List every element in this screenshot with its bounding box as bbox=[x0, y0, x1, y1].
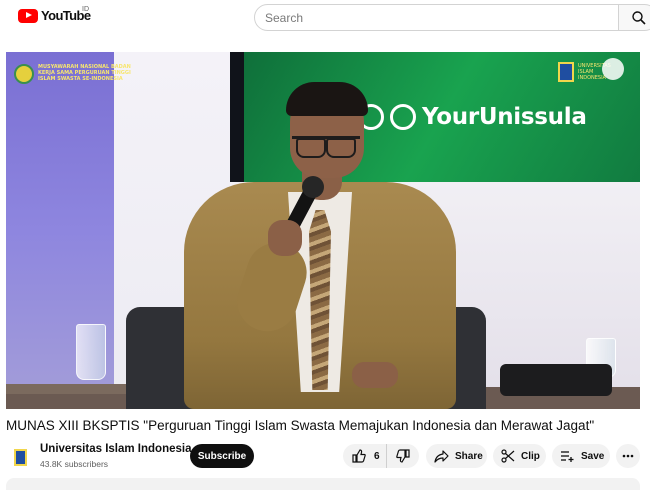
uii-logo-icon bbox=[13, 448, 27, 466]
search-input[interactable] bbox=[255, 5, 618, 30]
share-icon bbox=[434, 449, 449, 463]
more-horizontal-icon bbox=[622, 454, 634, 458]
screen-brand-text: YourUnissula bbox=[422, 104, 587, 130]
youtube-logo[interactable]: YouTube bbox=[18, 8, 91, 23]
speaker-hair bbox=[286, 82, 368, 116]
thumbs-up-icon bbox=[352, 449, 366, 463]
speaker-tie bbox=[309, 210, 331, 390]
video-player[interactable]: YourUnissula MUSYAWARAH NASIONAL BADAN K… bbox=[6, 52, 640, 409]
thumbs-down-icon bbox=[396, 449, 410, 463]
region-code: ID bbox=[82, 6, 89, 13]
microphone-head bbox=[302, 176, 324, 198]
twitter-icon bbox=[390, 104, 416, 130]
like-dislike-group: 6 bbox=[343, 444, 419, 468]
search-box[interactable] bbox=[254, 4, 619, 31]
youtube-play-icon bbox=[18, 8, 38, 23]
like-count: 6 bbox=[374, 450, 380, 462]
playlist-add-icon bbox=[561, 451, 574, 462]
subscribe-button[interactable]: Subscribe bbox=[190, 444, 254, 468]
masthead: YouTube ID bbox=[0, 0, 650, 36]
like-button[interactable]: 6 bbox=[343, 444, 387, 468]
event-logo bbox=[14, 64, 34, 84]
share-button[interactable]: Share bbox=[426, 444, 487, 468]
screen-brand: YourUnissula bbox=[358, 104, 587, 130]
speaker-hand bbox=[268, 220, 302, 256]
description-box[interactable] bbox=[6, 478, 640, 490]
camera-icon bbox=[602, 58, 624, 80]
clip-label: Clip bbox=[521, 450, 540, 462]
side-table bbox=[6, 384, 130, 394]
channel-avatar[interactable] bbox=[10, 446, 30, 468]
scissors-icon bbox=[501, 449, 515, 463]
uii-logo-icon bbox=[558, 62, 574, 82]
water-glass-left bbox=[76, 324, 106, 380]
save-button[interactable]: Save bbox=[552, 444, 610, 468]
table-device bbox=[500, 364, 612, 396]
more-actions-button[interactable] bbox=[616, 444, 640, 468]
speaker-left-hand bbox=[352, 362, 398, 388]
save-label: Save bbox=[581, 450, 605, 462]
dislike-button[interactable] bbox=[387, 444, 419, 468]
subscriber-count: 43.8K subscribers bbox=[40, 459, 109, 469]
share-label: Share bbox=[455, 450, 483, 462]
search-icon bbox=[632, 11, 646, 25]
speaker-glasses bbox=[292, 136, 360, 158]
event-overlay-text: MUSYAWARAH NASIONAL BADAN KERJA SAMA PER… bbox=[38, 64, 131, 82]
search-button[interactable] bbox=[618, 4, 650, 31]
video-title: MUNAS XIII BKSPTIS "Perguruan Tinggi Isl… bbox=[6, 418, 595, 433]
channel-name[interactable]: Universitas Islam Indonesia bbox=[40, 443, 191, 455]
clip-button[interactable]: Clip bbox=[493, 444, 546, 468]
